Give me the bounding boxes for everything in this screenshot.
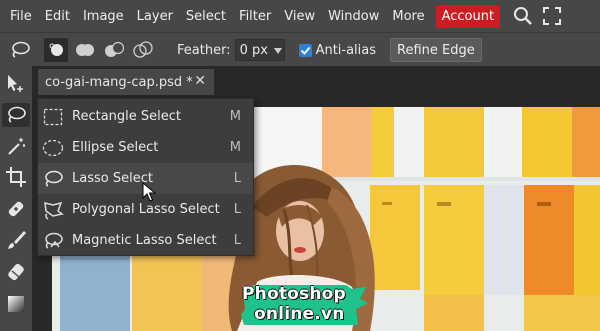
flyout-item-label: Magnetic Lasso Select	[72, 233, 217, 248]
selection-tools-flyout: Rectangle Select M Ellipse Select M Lass…	[37, 98, 254, 256]
flyout-item-shortcut: M	[229, 109, 241, 124]
lasso-icon	[42, 168, 64, 190]
close-icon[interactable]: ✕	[194, 73, 206, 89]
lasso-tool-icon[interactable]	[8, 38, 32, 62]
search-icon[interactable]	[513, 6, 533, 26]
antialias-label: Anti-alias	[315, 42, 377, 58]
menu-layer[interactable]: Layer	[137, 9, 173, 24]
menu-bar: File Edit Image Layer Select Filter View…	[0, 0, 600, 32]
flyout-item-shortcut: M	[229, 140, 241, 155]
account-button[interactable]: Account	[435, 4, 501, 28]
chevron-down-icon[interactable]	[273, 43, 282, 58]
flyout-item-magnetic-lasso-select[interactable]: Magnetic Lasso Select L	[38, 225, 253, 256]
magnetic-lasso-icon	[42, 230, 64, 252]
lasso-select-tool-icon[interactable]	[2, 103, 30, 127]
flyout-item-shortcut: L	[233, 233, 241, 248]
watermark-line1: Photoshop	[242, 284, 346, 304]
flyout-item-ellipse-select[interactable]: Ellipse Select M	[38, 132, 253, 163]
menu-image[interactable]: Image	[83, 9, 124, 24]
flyout-item-shortcut: L	[233, 171, 241, 186]
feather-value: 0 px	[239, 42, 268, 58]
menu-more[interactable]: More	[392, 9, 424, 24]
flyout-item-label: Rectangle Select	[72, 109, 181, 124]
move-tool-icon[interactable]	[4, 72, 28, 96]
gradient-tool-icon[interactable]	[4, 292, 28, 316]
brush-tool-icon[interactable]	[4, 228, 28, 252]
document-tab[interactable]: co-gai-mang-cap.psd * ✕	[38, 69, 214, 95]
document-tab-title: co-gai-mang-cap.psd *	[45, 74, 193, 90]
tools-panel	[0, 66, 32, 331]
ellipse-select-icon	[42, 137, 64, 159]
feather-label: Feather:	[177, 42, 231, 58]
antialias-checkbox[interactable]	[298, 43, 312, 57]
flyout-item-rectangle-select[interactable]: Rectangle Select M	[38, 101, 253, 132]
menu-filter[interactable]: Filter	[239, 9, 271, 24]
polygonal-lasso-icon	[42, 199, 64, 221]
magic-wand-tool-icon[interactable]	[4, 135, 28, 159]
menu-select[interactable]: Select	[186, 9, 226, 24]
intersect-selection-mode-icon[interactable]	[131, 38, 155, 62]
menu-view[interactable]: View	[284, 9, 315, 24]
mouse-cursor-icon	[142, 181, 157, 206]
subtract-selection-mode-icon[interactable]	[102, 38, 126, 62]
watermark-line2: online.vn	[254, 304, 345, 324]
rectangle-select-icon	[42, 106, 64, 128]
refine-edge-button[interactable]: Refine Edge	[390, 38, 482, 62]
healing-brush-tool-icon[interactable]	[4, 197, 28, 221]
menu-edit[interactable]: Edit	[45, 9, 70, 24]
options-bar: Feather: 0 px Anti-alias Refine Edge	[0, 32, 600, 67]
crop-tool-icon[interactable]	[4, 165, 28, 189]
fullscreen-icon[interactable]	[543, 7, 562, 25]
watermark-logo: Photoshop online.vn	[240, 283, 370, 327]
add-selection-mode-icon[interactable]	[73, 38, 97, 62]
feather-input[interactable]: 0 px	[234, 39, 285, 61]
menu-window[interactable]: Window	[328, 9, 379, 24]
flyout-item-label: Ellipse Select	[72, 140, 159, 155]
new-selection-mode-icon[interactable]	[44, 38, 68, 62]
eraser-tool-icon[interactable]	[4, 260, 28, 284]
menu-file[interactable]: File	[10, 9, 32, 24]
flyout-item-shortcut: L	[233, 202, 241, 217]
flyout-item-label: Lasso Select	[72, 171, 153, 186]
